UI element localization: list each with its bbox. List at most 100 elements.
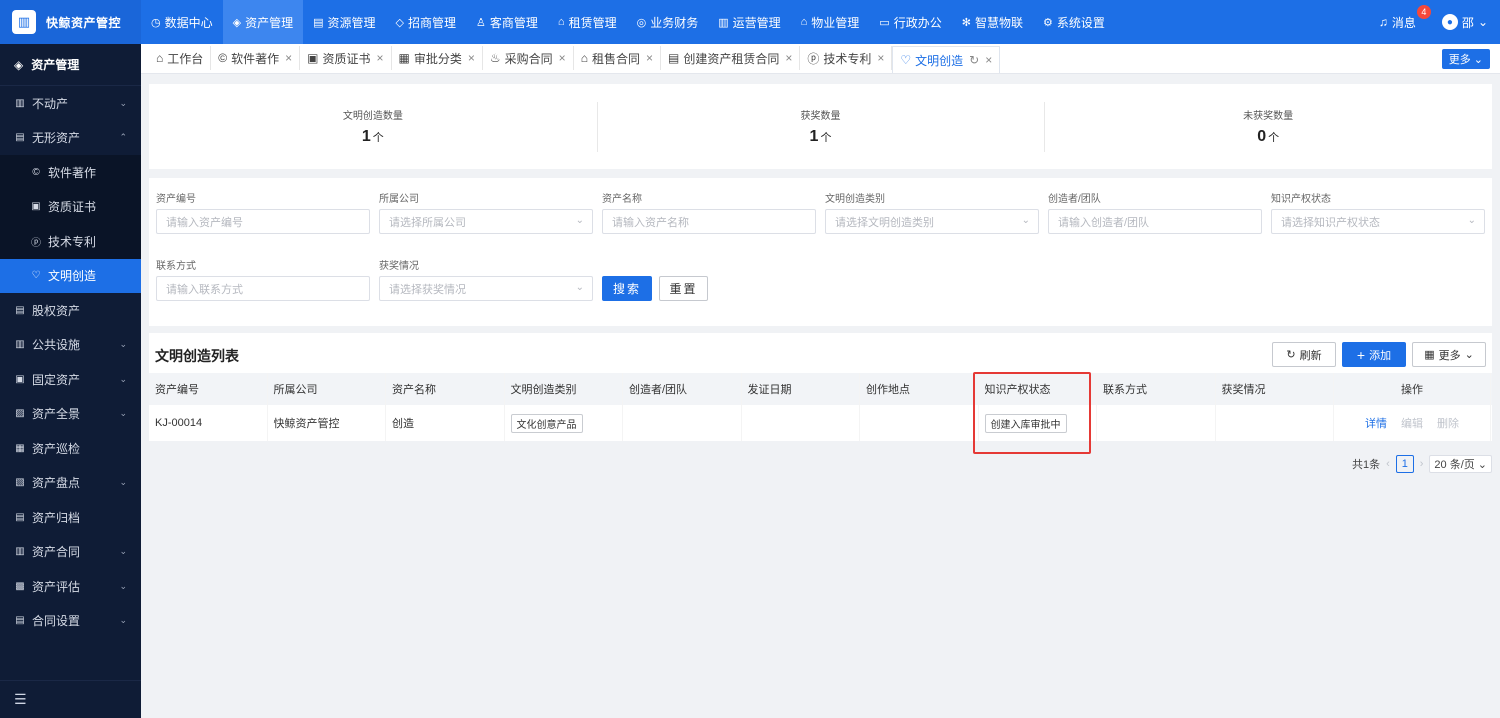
sidebar-item[interactable]: ▥ 不动产 ⌄: [0, 86, 141, 121]
delete-link[interactable]: 删除: [1437, 415, 1459, 431]
menu-icon: ▩: [15, 580, 25, 592]
refresh-button[interactable]: ↻ 刷新: [1272, 342, 1336, 367]
stat-value-wrap: 0个: [1257, 128, 1279, 146]
messages-count-badge: 4: [1416, 4, 1431, 19]
page-number-button[interactable]: 1: [1395, 455, 1414, 473]
page-tab[interactable]: ⌂ 工作台: [149, 46, 212, 70]
asset-no-input[interactable]: 请输入资产编号: [156, 209, 370, 234]
table-cell: 创造: [386, 405, 505, 441]
stat-label: 文明创造数量: [342, 111, 403, 122]
sidebar-item[interactable]: © 软件著作: [0, 155, 141, 190]
add-label: 添加: [1369, 349, 1392, 362]
topnav-item[interactable]: ✻ 智慧物联: [952, 0, 1033, 44]
topnav-item[interactable]: ▤ 资源管理: [303, 0, 385, 44]
topnav-item[interactable]: ▥ 运营管理: [708, 0, 790, 44]
sidebar-item[interactable]: ▩ 资产评估 ⌄: [0, 569, 141, 604]
add-button[interactable]: + 添加: [1342, 342, 1406, 367]
topnav-item[interactable]: ⌂ 租赁管理: [548, 0, 627, 44]
sidebar-item[interactable]: ♡ 文明创造: [0, 258, 141, 293]
topnav-item[interactable]: ♙ 客商管理: [466, 0, 548, 44]
sidebar-item[interactable]: ▥ 公共设施 ⌄: [0, 328, 141, 363]
tabs-more-button[interactable]: 更多 ⌄: [1441, 49, 1490, 69]
column-header: 资产编号: [149, 373, 268, 405]
column-header: 发证日期: [742, 373, 860, 405]
sidebar-item[interactable]: ▤ 股权资产: [0, 293, 141, 328]
category-select[interactable]: 请选择文明创造类别 ⌄: [825, 209, 1039, 234]
sidebar-item[interactable]: ▤ 资产归档: [0, 500, 141, 535]
topnav-item[interactable]: ⚙ 系统设置: [1033, 0, 1115, 44]
page-tab[interactable]: ▤ 创建资产租赁合同 ×: [661, 46, 801, 70]
brand[interactable]: ▥ 快鲸资产管控: [0, 0, 141, 44]
reload-icon[interactable]: ↻: [969, 53, 979, 67]
user-menu[interactable]: ● 邵 ⌄: [1441, 14, 1488, 31]
page-tab[interactable]: ♡ 文明创造 ↻ ×: [892, 46, 1001, 73]
close-icon[interactable]: ×: [985, 53, 992, 67]
sidebar-item[interactable]: ▣ 固定资产 ⌄: [0, 362, 141, 397]
column-header: 创造者/团队: [623, 373, 742, 405]
sidebar-item[interactable]: ⓟ 技术专利: [0, 224, 141, 259]
sidebar-item[interactable]: ▨ 资产全景 ⌄: [0, 397, 141, 432]
close-icon[interactable]: ×: [785, 51, 792, 65]
stat-unit: 个: [372, 132, 384, 144]
page-tab[interactable]: ⌂ 租售合同 ×: [574, 46, 661, 70]
topnav-item[interactable]: ◈ 资产管理: [222, 0, 304, 44]
next-page-icon[interactable]: ›: [1420, 458, 1424, 470]
page-tab[interactable]: ⓟ 技术专利 ×: [800, 46, 893, 70]
page-tab[interactable]: © 软件著作 ×: [211, 46, 301, 70]
list-more-button[interactable]: ▦ 更多 ⌄: [1412, 342, 1486, 367]
award-select[interactable]: 请选择获奖情况 ⌄: [379, 276, 593, 301]
user-name: 邵: [1461, 15, 1474, 30]
creator-input[interactable]: 请输入创造者/团队: [1048, 209, 1262, 234]
prev-page-icon[interactable]: ‹: [1386, 458, 1390, 470]
edit-link[interactable]: 编辑: [1401, 415, 1423, 431]
page-tab[interactable]: ▣ 资质证书 ×: [300, 46, 392, 70]
messages-button[interactable]: ♫ 消息 4: [1379, 4, 1431, 31]
nav-icon: ▭: [879, 16, 890, 29]
chevron-icon: ⌄: [119, 339, 127, 350]
chevron-down-icon: ⌄: [1473, 53, 1483, 66]
asset-name-input[interactable]: 请输入资产名称: [602, 209, 816, 234]
page-size-select[interactable]: 20 条/页 ⌄: [1429, 455, 1492, 473]
menu-icon: ▨: [15, 408, 25, 420]
stat-card: 未获奖数量 0 个: [1044, 84, 1492, 169]
search-button[interactable]: 搜索: [602, 276, 652, 301]
tab-label: 采购合同: [504, 51, 553, 66]
chevron-down-icon: ⌄: [575, 215, 584, 226]
sidebar-item[interactable]: ▦ 资产巡检: [0, 431, 141, 466]
list-more-label: 更多: [1438, 349, 1461, 362]
close-icon[interactable]: ×: [559, 51, 566, 65]
topnav-item[interactable]: ▭ 行政办公: [869, 0, 951, 44]
sidebar-collapse-button[interactable]: ☰: [0, 680, 141, 718]
table-cell: [1097, 405, 1216, 441]
topnav-item[interactable]: ◷ 数据中心: [141, 0, 223, 44]
page-tab[interactable]: ♨ 采购合同 ×: [483, 46, 574, 70]
reset-button[interactable]: 重置: [659, 276, 708, 301]
chevron-icon: ⌄: [119, 373, 127, 384]
top-navbar: ▥ 快鲸资产管控 ◷ 数据中心 ◈ 资产管理 ▤ 资源管理 ◇ 招商管理 ♙ 客商管理 ⌂ 租赁管理 ◎…: [0, 0, 1500, 44]
stat-unit: 个: [1268, 132, 1280, 144]
table-header-row: 资产编号 所属公司 资产名称 文明创造类别 创造者/团队 发证日期 创作地点 知识产权状态 联系…: [149, 373, 1492, 405]
company-select[interactable]: 请选择所属公司 ⌄: [379, 209, 593, 234]
topnav-item[interactable]: ◇ 招商管理: [386, 0, 466, 44]
detail-link[interactable]: 详情: [1365, 415, 1387, 431]
contact-input[interactable]: 请输入联系方式: [156, 276, 370, 301]
close-icon[interactable]: ×: [468, 51, 475, 65]
sidebar-item[interactable]: ▧ 资产盘点 ⌄: [0, 466, 141, 501]
close-icon[interactable]: ×: [646, 51, 653, 65]
close-icon[interactable]: ×: [377, 51, 384, 65]
topnav-item[interactable]: ⌂ 物业管理: [791, 0, 870, 44]
category-select-placeholder: 请选择文明创造类别: [835, 216, 934, 229]
sidebar-submenu: © 软件著作 ▣ 资质证书 ⓟ 技术专利 ♡ 文明创造: [0, 155, 141, 293]
topnav-item[interactable]: ◎ 业务财务: [627, 0, 709, 44]
close-icon[interactable]: ×: [877, 51, 884, 65]
close-icon[interactable]: ×: [285, 51, 292, 65]
sidebar-item[interactable]: ▣ 资质证书: [0, 190, 141, 225]
chevron-down-icon: ⌄: [1467, 215, 1476, 226]
page-tab[interactable]: ▦ 审批分类 ×: [392, 46, 483, 70]
table-cell: [623, 405, 742, 441]
award-label: 获奖情况: [379, 261, 419, 272]
sidebar-item[interactable]: ▤ 无形资产 ⌃: [0, 121, 141, 156]
sidebar-item[interactable]: ▥ 资产合同 ⌄: [0, 535, 141, 570]
ip-status-select[interactable]: 请选择知识产权状态 ⌄: [1271, 209, 1485, 234]
sidebar-item[interactable]: ▤ 合同设置 ⌄: [0, 604, 141, 639]
